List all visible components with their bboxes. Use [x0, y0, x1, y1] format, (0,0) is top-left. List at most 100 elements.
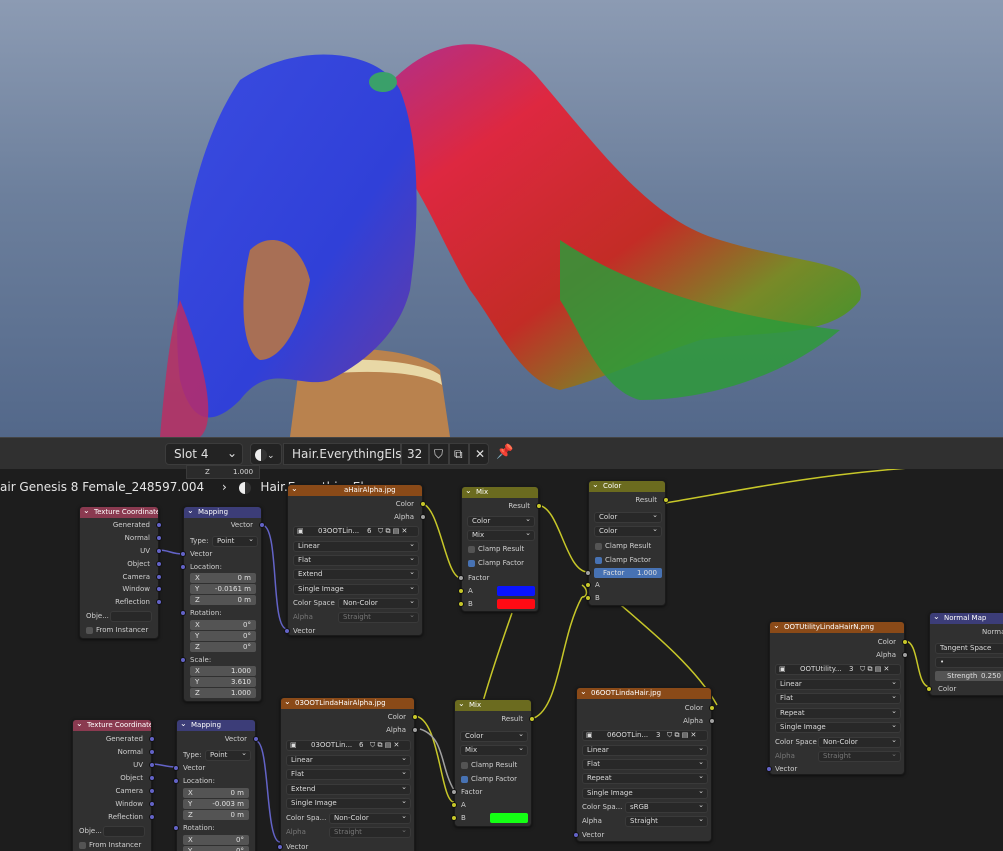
3d-viewport-render[interactable]	[0, 0, 1003, 437]
source-dropdown[interactable]: Single Image	[286, 798, 411, 809]
input-socket[interactable]	[458, 601, 464, 607]
input-socket[interactable]	[585, 570, 591, 576]
mapping-node[interactable]: Mapping Vector Type: Point Vector Locati…	[180, 506, 265, 702]
rotation-x-field[interactable]: X 0°	[183, 835, 249, 845]
input-socket[interactable]	[458, 588, 464, 594]
node-header[interactable]: Texture Coordinate	[73, 720, 151, 731]
input-socket[interactable]	[173, 778, 179, 784]
image-actions-icons[interactable]: ⛉ ⧉ ▤ ✕	[378, 527, 407, 536]
color-b-swatch[interactable]	[490, 813, 528, 823]
input-socket[interactable]	[173, 825, 179, 831]
output-socket[interactable]	[259, 522, 265, 528]
output-socket[interactable]	[420, 514, 426, 520]
location-y-field[interactable]: Y -0.003 m	[183, 799, 249, 809]
input-socket[interactable]	[277, 844, 283, 850]
output-socket[interactable]	[412, 727, 418, 733]
output-socket[interactable]	[149, 736, 155, 742]
output-socket[interactable]	[149, 762, 155, 768]
image-texture-node[interactable]: 03OOTLindaHairAlpha.jpg Color Alpha ▣ 03O…	[277, 697, 418, 851]
projection-dropdown[interactable]: Flat	[775, 693, 901, 704]
node-header[interactable]: OOTUtilityLindaHairN.png	[770, 622, 904, 633]
material-users-count[interactable]: 32	[401, 443, 429, 465]
node-header[interactable]: Mix	[462, 487, 538, 498]
output-socket[interactable]	[902, 652, 908, 658]
rotation-y-field[interactable]: Y 0°	[190, 631, 256, 641]
alpha-dropdown[interactable]: Straight	[329, 827, 411, 838]
rotation-y-field[interactable]: Y 0°	[183, 846, 249, 851]
uv-map-field[interactable]: •	[935, 657, 1003, 668]
node-header[interactable]: Mix	[455, 700, 531, 711]
image-actions-icons[interactable]: ⛉ ⧉ ▤ ✕	[370, 741, 399, 750]
alpha-dropdown[interactable]: Straight	[625, 816, 708, 827]
space-dropdown[interactable]: Tangent Space	[935, 643, 1003, 654]
from-instancer-checkbox[interactable]	[79, 842, 86, 849]
blend-mode-dropdown[interactable]: Color	[594, 526, 662, 537]
fake-user-button[interactable]: ⛉	[429, 443, 449, 465]
clamp-result-checkbox[interactable]	[461, 762, 468, 769]
type-dropdown[interactable]: Point	[212, 536, 258, 547]
projection-dropdown[interactable]: Flat	[293, 555, 419, 566]
output-socket[interactable]	[156, 586, 162, 592]
extension-dropdown[interactable]: Extend	[293, 569, 419, 580]
color-space-dropdown[interactable]: Non-Color	[338, 598, 419, 609]
node-header[interactable]: Texture Coordinate	[80, 507, 158, 518]
input-socket[interactable]	[180, 657, 186, 663]
pin-icon[interactable]: 📌	[496, 444, 513, 460]
input-socket[interactable]	[451, 815, 457, 821]
input-socket[interactable]	[573, 832, 579, 838]
location-z-field[interactable]: Z0 m	[183, 810, 249, 820]
output-socket[interactable]	[149, 801, 155, 807]
location-z-field[interactable]: Z0 m	[190, 595, 256, 605]
location-x-field[interactable]: X0 m	[190, 573, 256, 583]
mix-node[interactable]: Mix Result Color Mix Clamp Result Clamp …	[458, 486, 542, 612]
node-header[interactable]: Mapping	[184, 507, 261, 518]
output-socket[interactable]	[156, 561, 162, 567]
output-socket[interactable]	[709, 718, 715, 724]
input-socket[interactable]	[451, 789, 457, 795]
node-header[interactable]: aHairAlpha.jpg	[288, 485, 422, 496]
output-socket[interactable]	[149, 775, 155, 781]
texture-coordinate-node[interactable]: Texture Coordinate Generated Normal UV O…	[72, 719, 155, 851]
projection-dropdown[interactable]: Flat	[286, 769, 411, 780]
scale-z-field[interactable]: Z 1.000	[190, 688, 256, 698]
factor-slider[interactable]: Factor 1.000	[594, 568, 662, 578]
projection-dropdown[interactable]: Flat	[582, 759, 708, 770]
extension-dropdown[interactable]: Repeat	[775, 708, 901, 719]
source-dropdown[interactable]: Single Image	[775, 722, 901, 733]
output-socket[interactable]	[149, 749, 155, 755]
data-type-dropdown[interactable]: Color	[460, 731, 528, 742]
image-selector[interactable]: ▣ 06OOTLin... 3 ⛉ ⧉ ▤ ✕	[582, 730, 708, 741]
color-space-dropdown[interactable]: Non-Color	[329, 813, 411, 824]
unlink-material-button[interactable]: ✕	[469, 443, 489, 465]
image-actions-icons[interactable]: ⛉ ⧉ ▤ ✕	[860, 665, 889, 674]
output-socket[interactable]	[149, 788, 155, 794]
output-socket[interactable]	[412, 714, 418, 720]
blend-mode-dropdown[interactable]: Mix	[460, 745, 528, 756]
output-socket[interactable]	[420, 501, 426, 507]
normal-map-node[interactable]: Normal Map Norma Tangent Space • Strengt…	[926, 612, 1003, 696]
texture-coordinate-node[interactable]: Texture Coordinate Generated Normal UV O…	[79, 506, 162, 639]
image-texture-node[interactable]: 06OOTLindaHair.jpg Color Alpha ▣ 06OOTLin…	[573, 687, 715, 842]
data-type-dropdown[interactable]: Color	[594, 512, 662, 523]
image-texture-node[interactable]: OOTUtilityLindaHairN.png Color Alpha ▣ OO…	[766, 621, 908, 775]
output-socket[interactable]	[536, 503, 542, 509]
shader-node-editor[interactable]: Slot 4 ⌄ ⌄ Hair.EverythingElse 32 ⛉ ⧉ ✕ 📌…	[0, 437, 1003, 851]
scale-x-field[interactable]: X 1.000	[190, 666, 256, 676]
duplicate-material-button[interactable]: ⧉	[449, 443, 469, 465]
extension-dropdown[interactable]: Repeat	[582, 773, 708, 784]
image-selector[interactable]: ▣ OOTUtility... 3 ⛉ ⧉ ▤ ✕	[775, 664, 901, 675]
interpolation-dropdown[interactable]: Linear	[293, 541, 419, 552]
object-picker[interactable]	[103, 826, 145, 837]
mapping-node[interactable]: Mapping Vector Type: Point Vector Locati…	[173, 719, 259, 851]
color-b-swatch[interactable]	[497, 599, 535, 609]
interpolation-dropdown[interactable]: Linear	[286, 755, 411, 766]
object-picker[interactable]	[110, 611, 152, 622]
input-socket[interactable]	[766, 766, 772, 772]
node-header[interactable]: 06OOTLindaHair.jpg	[577, 688, 711, 699]
node-header[interactable]: Normal Map	[930, 613, 1003, 624]
output-socket[interactable]	[663, 497, 669, 503]
node-header[interactable]: Mapping	[177, 720, 255, 731]
image-selector[interactable]: ▣ 03OOTLin... 6 ⛉ ⧉ ▤ ✕	[286, 740, 411, 751]
location-x-field[interactable]: X0 m	[183, 788, 249, 798]
input-socket[interactable]	[180, 564, 186, 570]
